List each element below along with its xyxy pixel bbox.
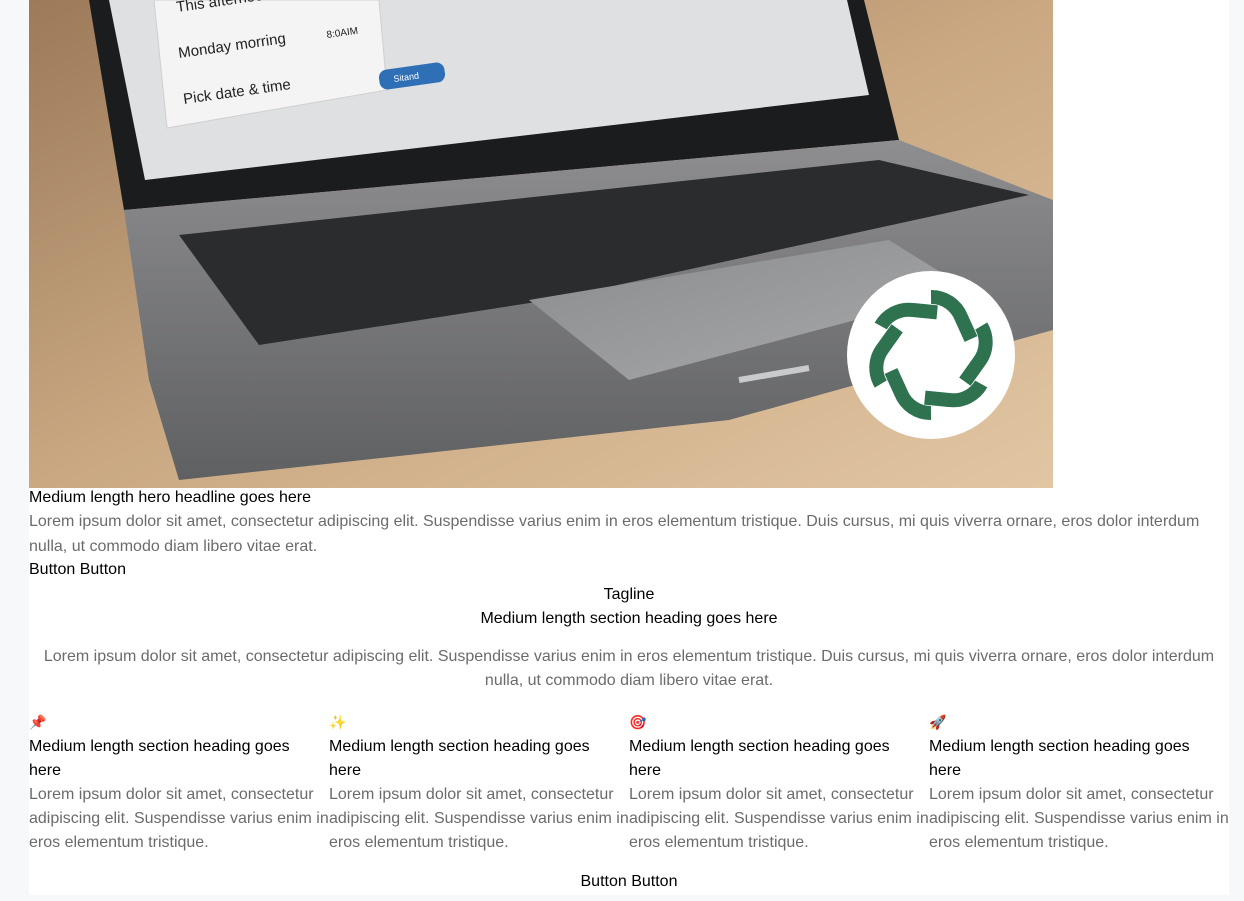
bottom-buttons: Button Button [29, 871, 1229, 893]
sparkles-icon: ✨ [329, 714, 347, 730]
features-grid: 📌 Medium length section heading goes her… [29, 711, 1229, 855]
section-heading: Medium length section heading goes here [480, 610, 778, 627]
feature-text: Lorem ipsum dolor sit amet, consectetur … [629, 786, 929, 851]
hero-headline: Medium length hero headline goes here [29, 489, 311, 506]
hero-secondary-button[interactable]: Button [80, 561, 126, 578]
pushpin-icon: 📌 [29, 714, 47, 730]
feature-title: Medium length section heading goes here [29, 738, 290, 779]
section-description: Lorem ipsum dolor sit amet, consectetur … [43, 648, 1215, 689]
bottom-secondary-button[interactable]: Button [631, 873, 677, 890]
logo-icon [847, 271, 1015, 439]
hero-image: This afternoon Monday morring 8:0AIM Pic… [29, 0, 1053, 488]
page: This afternoon Monday morring 8:0AIM Pic… [29, 0, 1229, 895]
section-header: Tagline Medium length section heading go… [29, 583, 1229, 693]
hero-body: Lorem ipsum dolor sit amet, consectetur … [29, 513, 1200, 555]
hero-buttons: Button Button [29, 559, 126, 581]
feature-card: 🚀 Medium length section heading goes her… [929, 711, 1229, 855]
feature-card: 📌 Medium length section heading goes her… [29, 711, 329, 855]
feature-text: Lorem ipsum dolor sit amet, consectetur … [929, 786, 1229, 851]
feature-card: 🎯 Medium length section heading goes her… [629, 711, 929, 855]
feature-text: Lorem ipsum dolor sit amet, consectetur … [29, 786, 329, 851]
bottom-primary-button[interactable]: Button [581, 873, 627, 890]
hero-primary-button[interactable]: Button [29, 561, 75, 578]
feature-title: Medium length section heading goes here [329, 738, 590, 779]
section-tagline: Tagline [603, 586, 655, 603]
feature-title: Medium length section heading goes here [629, 738, 890, 779]
feature-title: Medium length section heading goes here [929, 738, 1190, 779]
rocket-icon: 🚀 [929, 714, 947, 730]
target-icon: 🎯 [629, 714, 647, 730]
feature-card: ✨ Medium length section heading goes her… [329, 711, 629, 855]
feature-text: Lorem ipsum dolor sit amet, consectetur … [329, 786, 629, 851]
